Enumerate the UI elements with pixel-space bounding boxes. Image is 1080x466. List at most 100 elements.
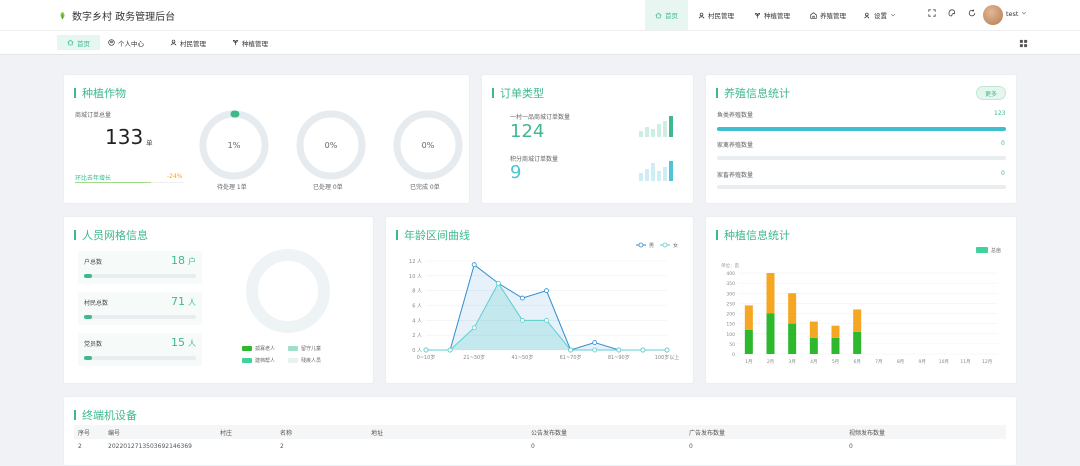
fish-fill: [717, 127, 1006, 131]
village-orders-label: 一村一品商城订单数量: [510, 114, 571, 121]
settings-menu[interactable]: 设置: [856, 10, 904, 20]
terminal-title: 终端机设备: [74, 407, 137, 423]
ring-completed-caption: 已完成 0单: [410, 184, 440, 191]
y-tick-label: 10 人: [409, 274, 422, 280]
order-types-card: 订单类型 一村一品商城订单数量 124 积分商城订单数量 9: [481, 74, 694, 204]
col-ads: 广告发布数量: [685, 425, 845, 439]
cell-notices: 0: [531, 442, 535, 450]
more-button[interactable]: 更多: [976, 86, 1006, 100]
villagers-stat: 村民总数 71 人: [78, 292, 202, 325]
x-tick-label: 2月: [767, 359, 774, 365]
legend-label: 总亩: [991, 247, 1001, 254]
households-stat: 户总数 18 户: [78, 251, 202, 284]
poultry-label: 家禽养殖数量: [717, 142, 754, 149]
user-chevron-icon: [1021, 11, 1026, 15]
bar-lower: [744, 329, 753, 354]
profile-icon: [108, 39, 115, 46]
planting-title: 种植作物: [74, 85, 126, 101]
series-point-男: [592, 340, 598, 345]
table-row[interactable]: 2 2022012713503692146369 2 0 0 0: [74, 439, 1006, 453]
bar-lower: [831, 337, 840, 354]
ring-processed: 0%: [295, 109, 367, 181]
households-unit: 户: [188, 257, 196, 266]
y-tick-label: 150: [726, 322, 735, 328]
party-members-value-wrap: 15 人: [171, 336, 196, 349]
poultry-value: 0: [1001, 140, 1005, 147]
series-point-女: [471, 325, 477, 331]
y-tick-label: 0 人: [412, 348, 422, 354]
legend-disabled: 残疾人员: [288, 357, 321, 364]
bar-lower: [853, 331, 862, 354]
legend-children-label: 留守儿童: [301, 346, 322, 352]
series-point-女: [544, 317, 549, 323]
ring-pending: 1%: [198, 109, 270, 181]
topnav-villagers-label: 村民管理: [708, 12, 734, 20]
cell-code: 2022012713503692146369: [108, 442, 192, 450]
settings-label: 设置: [874, 12, 887, 20]
user-menu[interactable]: test: [1006, 10, 1027, 18]
grid-menu-icon[interactable]: [1019, 39, 1028, 48]
cell-ads: 0: [689, 442, 693, 450]
cell-name: 2: [280, 442, 284, 450]
villagers-fill: [84, 315, 92, 319]
ring-pending-pct: 1%: [227, 140, 241, 150]
ring-completed-pct: 0%: [421, 140, 435, 150]
series-point-男: [544, 288, 549, 294]
growth-value: -24%: [167, 173, 183, 180]
topnav-home[interactable]: 首页: [645, 0, 688, 30]
y-tick-label: 200: [726, 312, 735, 318]
legend-marker-女: [662, 242, 668, 248]
party-members-unit: 人: [188, 339, 196, 348]
villagers-unit: 人: [188, 298, 196, 307]
topnav-breeding[interactable]: 养殖管理: [800, 0, 856, 30]
x-tick-label: 21~30岁: [463, 354, 485, 361]
bar-upper: [744, 305, 753, 330]
legend-children-swatch: [288, 346, 298, 351]
col-notices: 公告发布数量: [527, 425, 685, 439]
y-tick-label: 2 人: [412, 333, 422, 339]
topnav-planting[interactable]: 种植管理: [744, 0, 800, 30]
personnel-donut: [246, 249, 330, 333]
ring-processed-caption: 已处理 0单: [313, 184, 343, 191]
tab-planting[interactable]: 种植管理: [222, 35, 278, 50]
households-track: [84, 274, 196, 278]
growth-label: 环比去年增长: [75, 175, 112, 182]
x-tick-label: 5月: [832, 359, 839, 365]
personnel-donut-ring: [246, 249, 330, 333]
livestock-track: [717, 185, 1006, 189]
theme-icon[interactable]: [948, 9, 956, 17]
series-point-女: [495, 280, 501, 286]
x-tick-label: 7月: [875, 359, 882, 365]
x-tick-label: 81~90岁: [608, 354, 630, 361]
top-bar: 数字乡村 政务管理后台 首页 村民管理 种植管理 养殖管理 设置 test: [0, 0, 1080, 30]
livestock-label: 家畜养殖数量: [717, 172, 754, 179]
terminal-card: 终端机设备 序号 编号 村庄 名称 地址 公告发布数量 广告发布数量 视频发布数…: [63, 396, 1017, 466]
tab-home-label: 首页: [77, 39, 90, 48]
x-tick-label: 8月: [897, 359, 904, 365]
cell-index: 2: [78, 442, 82, 450]
series-point-女: [423, 347, 429, 353]
col-index: 序号: [74, 425, 104, 439]
y-tick-label: 8 人: [412, 289, 422, 295]
terminal-table: 序号 编号 村庄 名称 地址 公告发布数量 广告发布数量 视频发布数量 2 20…: [74, 425, 1006, 453]
tab-profile[interactable]: 个人中心: [98, 35, 154, 50]
legend-children: 留守儿童: [288, 345, 321, 352]
series-point-女: [568, 347, 574, 353]
party-members-value: 15: [171, 336, 185, 349]
tab-villagers-label: 村民管理: [180, 39, 206, 48]
tab-home[interactable]: 首页: [57, 35, 100, 50]
growth-fill: [75, 182, 152, 183]
app-logo[interactable]: 数字乡村 政务管理后台: [58, 8, 175, 23]
topnav-villagers[interactable]: 村民管理: [688, 0, 744, 30]
legend-elderly: 孤寡老人: [242, 345, 275, 352]
age-chart-card: 年龄区间曲线 0 人2 人4 人6 人8 人 10 人 12 人 0~10岁 21~30…: [385, 216, 694, 384]
y-tick-label: 400: [726, 271, 735, 277]
user-icon: [698, 12, 705, 18]
top-nav: 首页 村民管理 种植管理 养殖管理 设置: [645, 0, 904, 30]
tab-villagers[interactable]: 村民管理: [160, 35, 216, 50]
poultry-track: [717, 156, 1006, 160]
series-point-女: [616, 347, 622, 353]
avatar[interactable]: [983, 5, 1003, 25]
fullscreen-icon[interactable]: [928, 9, 936, 17]
refresh-icon[interactable]: [968, 9, 976, 17]
